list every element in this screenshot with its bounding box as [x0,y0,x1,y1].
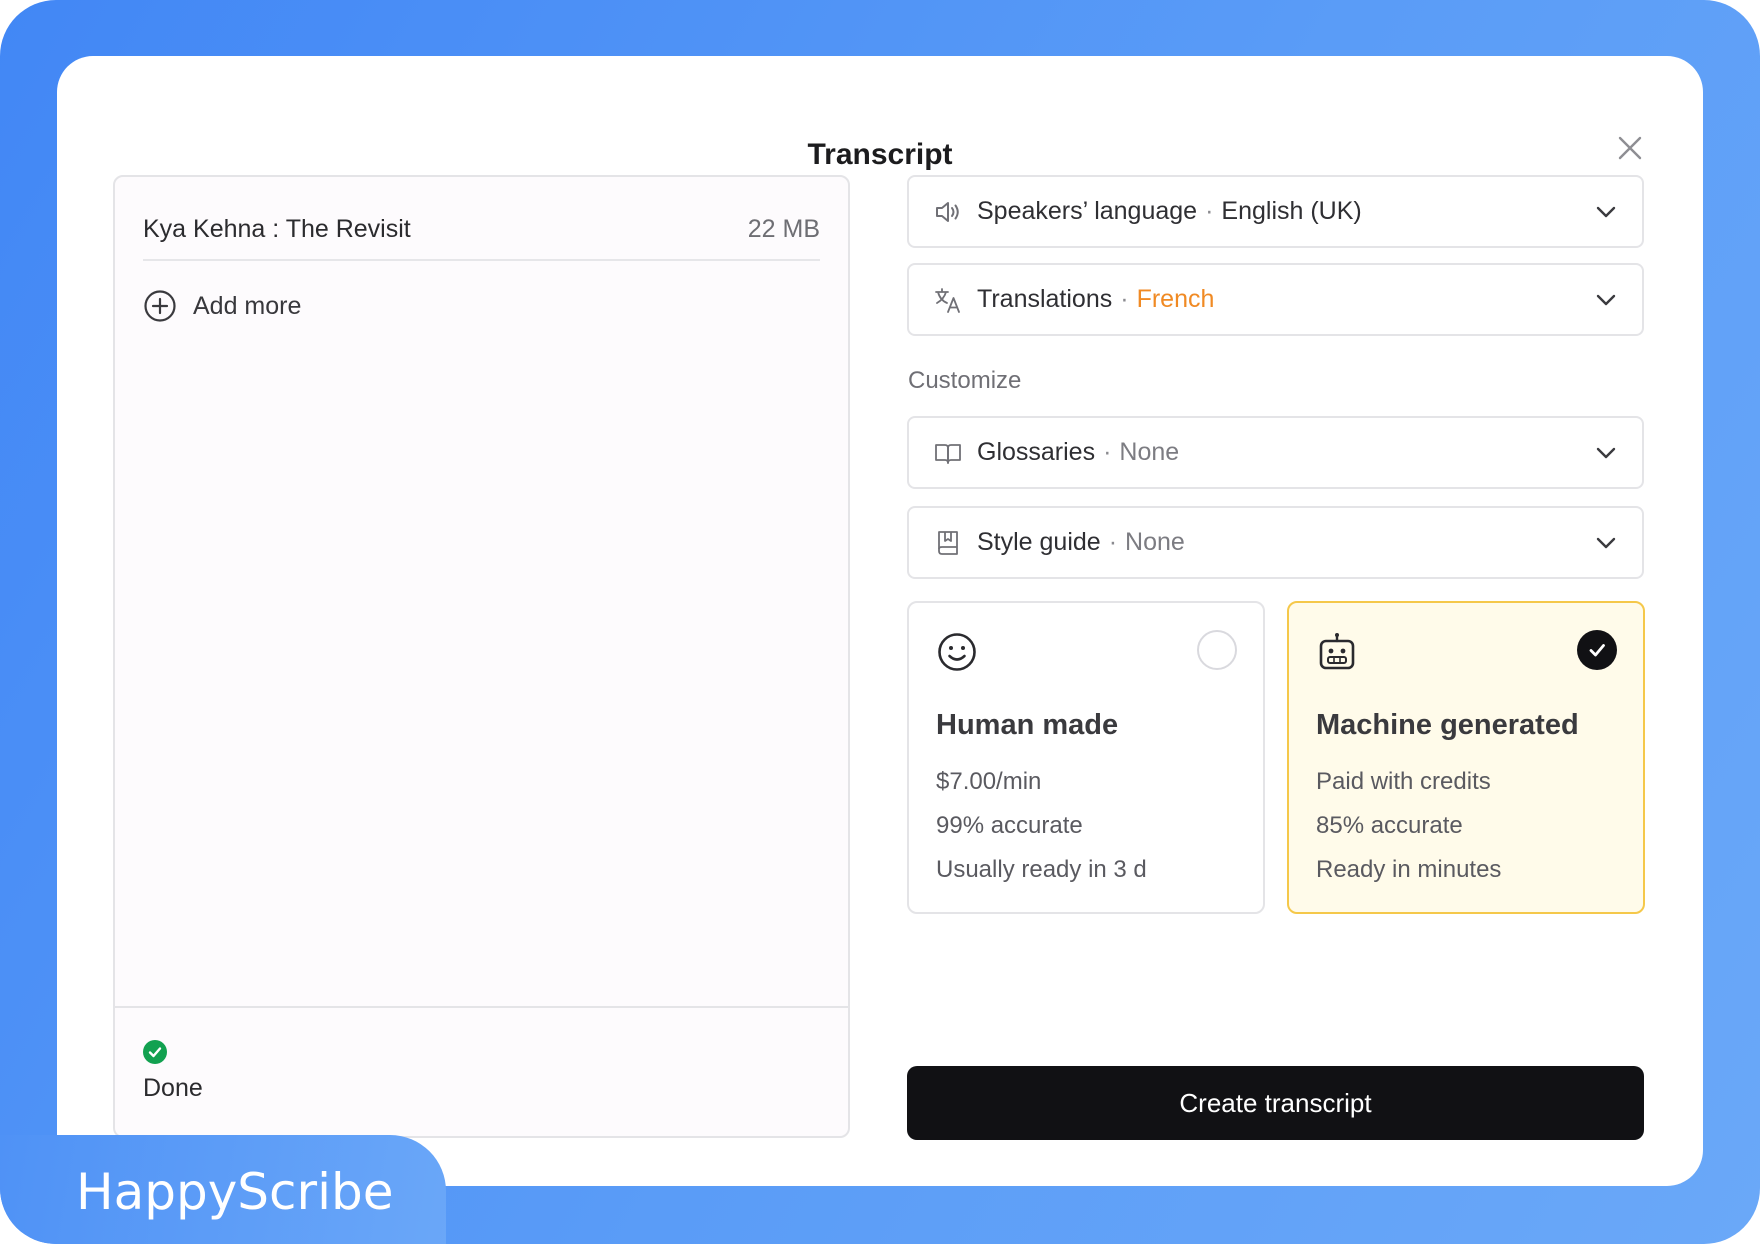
chevron-down-icon [1594,200,1618,224]
glossaries-value: None [1119,438,1180,466]
robot-icon [1316,631,1358,678]
speakers-language-label: Speakers’ language [977,197,1198,225]
upload-status: Done [115,1006,848,1136]
brand-badge: HappyScribe [0,1135,446,1244]
file-panel: Kya Kehna : The Revisit 22 MB Add more D… [113,175,850,1138]
option-turnaround: Ready in minutes [1316,856,1502,883]
speakers-language-select[interactable]: Speakers’ language · English (UK) [907,175,1644,248]
check-circle-icon [143,1040,167,1064]
file-size: 22 MB [747,214,820,243]
option-title: Human made [936,709,1119,741]
file-item: Kya Kehna : The Revisit 22 MB [143,199,820,261]
machine-generated-radio[interactable] [1577,630,1617,670]
glossaries-select[interactable]: Glossaries · None [907,416,1644,489]
style-guide-select[interactable]: Style guide · None [907,506,1644,579]
smiley-icon [936,631,978,678]
speakers-language-value: English (UK) [1221,197,1362,225]
add-more-button[interactable]: Add more [143,289,301,323]
option-accuracy: 99% accurate [936,812,1083,839]
speaker-icon [933,197,963,227]
customize-label: Customize [908,367,1022,394]
translations-label: Translations [977,285,1113,313]
close-icon [1618,136,1642,160]
option-title: Machine generated [1316,709,1579,741]
human-made-option[interactable]: Human made $7.00/min 99% accurate Usuall… [907,601,1265,914]
human-made-radio[interactable] [1197,630,1237,670]
chevron-down-icon [1594,288,1618,312]
translations-select[interactable]: Translations · French [907,263,1644,336]
modal-title: Transcript [807,138,953,171]
glossaries-label: Glossaries [977,438,1096,466]
transcript-modal: Transcript Kya Kehna : The Revisit 22 MB… [57,56,1703,1186]
bookmark-book-icon [933,528,963,558]
separator: · [1103,438,1112,466]
translations-value: French [1136,285,1215,313]
chevron-down-icon [1594,441,1618,465]
app-background: Transcript Kya Kehna : The Revisit 22 MB… [0,0,1760,1244]
separator: · [1205,197,1214,225]
chevron-down-icon [1594,531,1618,555]
add-more-label: Add more [193,291,302,320]
create-transcript-button[interactable]: Create transcript [907,1066,1644,1140]
option-accuracy: 85% accurate [1316,812,1463,839]
style-guide-value: None [1125,528,1185,556]
translate-icon [933,285,963,315]
close-button[interactable] [1610,128,1650,168]
brand-name: HappyScribe [76,1163,394,1221]
separator: · [1108,528,1118,556]
option-turnaround: Usually ready in 3 d [936,856,1147,883]
status-label: Done [143,1074,203,1102]
file-name: Kya Kehna : The Revisit [143,214,411,243]
check-icon [1589,644,1605,657]
option-price: Paid with credits [1316,768,1491,795]
style-guide-label: Style guide [977,528,1101,556]
option-price: $7.00/min [936,768,1042,795]
separator: · [1120,285,1129,313]
machine-generated-option[interactable]: Machine generated Paid with credits 85% … [1287,601,1645,914]
book-open-icon [933,438,963,468]
plus-circle-icon [144,290,176,322]
